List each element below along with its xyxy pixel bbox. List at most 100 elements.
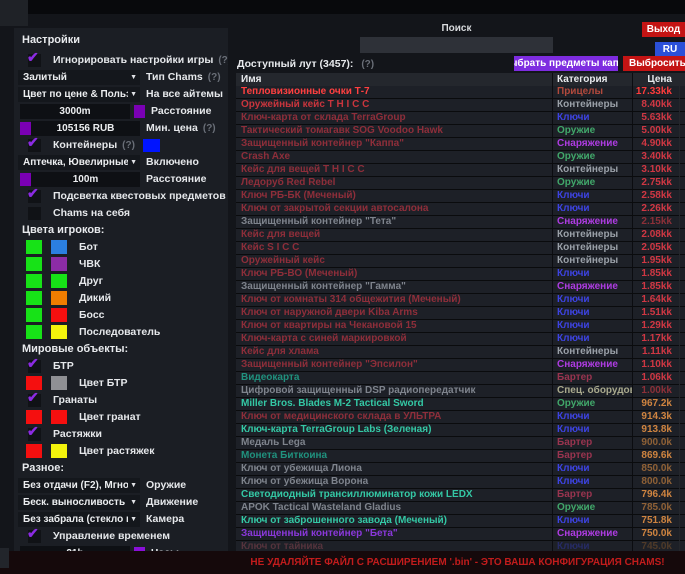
loot-row[interactable]: Ключ от комнаты 314 общежития (Меченый)К… (236, 294, 685, 307)
checkbox-подсветка-квестовых-предметов[interactable]: ✔ (28, 190, 41, 203)
loot-row[interactable]: Монета БиткоинаБартер869.6k (236, 450, 685, 463)
color-swatch-primary[interactable] (26, 274, 42, 288)
loot-row[interactable]: Защищенный контейнер "Бета"Снаряжение750… (236, 528, 685, 541)
value-input-расстояние[interactable]: 100m (31, 172, 140, 187)
loot-row[interactable]: Ключ от медицинского склада в УЛЬТРАКлюч… (236, 411, 685, 424)
color-swatch-primary[interactable] (26, 410, 42, 424)
loot-item-price: 2.05kk (632, 242, 685, 254)
check-icon: ✔ (27, 424, 39, 438)
loot-row[interactable]: Медаль LegaБартер900.0k (236, 437, 685, 450)
checkbox-chams-на-себя[interactable] (28, 207, 41, 220)
settings-row: Беск. выносливость и нет уста▼Движение (18, 494, 224, 510)
color-swatch[interactable] (20, 173, 31, 186)
loot-row[interactable]: Кейс для вещей T H I C CКонтейнеры3.10kk (236, 164, 685, 177)
settings-title: Настройки (22, 34, 224, 46)
color-swatch-secondary[interactable] (51, 444, 67, 458)
settings-row: Бот (18, 239, 224, 255)
checkbox-бтр[interactable]: ✔ (28, 360, 41, 373)
search-input[interactable] (360, 37, 553, 53)
loot-row[interactable]: Ключ от убежища ЛионаКлючи850.0k (236, 463, 685, 476)
loot-row[interactable]: Ключ-карта TerraGroup Labs (Зеленая)Ключ… (236, 424, 685, 437)
loot-row[interactable]: Кейс для вещейКонтейнеры2.08kk (236, 229, 685, 242)
color-swatch-primary[interactable] (26, 240, 42, 254)
loot-row[interactable]: Кейс для хламаКонтейнеры1.11kk (236, 346, 685, 359)
color-swatch-secondary[interactable] (51, 325, 67, 339)
exit-button[interactable]: Выход (642, 22, 685, 37)
loot-item-name: Оружейный кейс (236, 255, 552, 266)
loot-item-category: Контейнеры (552, 242, 632, 254)
color-swatch-secondary[interactable] (51, 308, 67, 322)
color-swatch[interactable] (134, 105, 145, 118)
loot-row[interactable]: Цифровой защищенный DSP радиопередатчикС… (236, 385, 685, 398)
loot-item-name: Защищенный контейнер "Гамма" (236, 281, 552, 292)
loot-item-category: Снаряжение (552, 138, 632, 150)
select-движение[interactable]: Беск. выносливость и нет уста▼ (18, 495, 140, 510)
color-swatch-primary[interactable] (26, 325, 42, 339)
color-swatch-primary[interactable] (26, 376, 42, 390)
select-kappa-items-button[interactable]: Выбрать предметы каппа (514, 56, 618, 71)
value-input-мин-цена[interactable]: 105156 RUB (31, 121, 140, 136)
color-swatch-secondary[interactable] (51, 410, 67, 424)
select-label: Оружие (146, 479, 186, 491)
loot-row[interactable]: Ключ от убежища ВоронаКлючи800.0k (236, 476, 685, 489)
color-swatch-secondary[interactable] (51, 257, 67, 271)
loot-row[interactable]: Ледоруб Red RebelОружие2.75kk (236, 177, 685, 190)
loot-row[interactable]: Miller Bros. Blades M-2 Tactical SwordОр… (236, 398, 685, 411)
color-swatch-secondary[interactable] (51, 376, 67, 390)
loot-row[interactable]: APOK Tactical Wasteland GladiusОружие785… (236, 502, 685, 515)
loot-row[interactable]: Защищенный контейнер "Гамма"Снаряжение1.… (236, 281, 685, 294)
loot-item-price: 2.75kk (632, 177, 685, 189)
checkbox-игнорировать-настройки-игры[interactable]: ✔ (28, 54, 41, 67)
loot-row[interactable]: Светодиодный трансиллюминатор кожи LEDXБ… (236, 489, 685, 502)
loot-item-price: 5.63kk (632, 112, 685, 124)
loot-row[interactable]: Ключ РБ-БК (Меченый)Ключи2.58kk (236, 190, 685, 203)
color-swatch-secondary[interactable] (51, 274, 67, 288)
loot-item-price: 913.8k (632, 424, 685, 436)
loot-item-category: Оружие (552, 502, 632, 514)
loot-row[interactable]: ВидеокартаБартер1.06kk (236, 372, 685, 385)
checkbox-контейнеры[interactable]: ✔ (28, 139, 41, 152)
color-swatch-secondary[interactable] (51, 291, 67, 305)
loot-item-name: Ключ от наружной двери Kiba Arms (236, 307, 552, 318)
language-button[interactable]: RU (655, 42, 685, 57)
loot-row[interactable]: Защищенный контейнер "Каппа"Снаряжение4.… (236, 138, 685, 151)
select-на-все-айтемы[interactable]: Цвет по цене & Пользователь▼ (18, 87, 140, 102)
loot-row[interactable]: Тактический томагавк SOG Voodoo HawkОруж… (236, 125, 685, 138)
color-swatch-primary[interactable] (26, 444, 42, 458)
color-swatch[interactable] (20, 122, 31, 135)
loot-row[interactable]: Ключ-карта от склада TerraGroupКлючи5.63… (236, 112, 685, 125)
color-swatch-secondary[interactable] (51, 240, 67, 254)
loot-row[interactable]: Ключ от заброшенного завода (Меченый)Клю… (236, 515, 685, 528)
loot-row[interactable]: Ключ от закрытой секции автосалонаКлючи2… (236, 203, 685, 216)
color-pair-label: Друг (79, 275, 103, 287)
loot-item-price: 914.3k (632, 411, 685, 423)
color-swatch-primary[interactable] (26, 291, 42, 305)
checkbox-гранаты[interactable]: ✔ (28, 394, 41, 407)
loot-item-name: Кейс S I C C (236, 242, 552, 253)
loot-row[interactable]: Оружейный кейс T H I C CКонтейнеры8.40kk (236, 99, 685, 112)
select-тип-chams[interactable]: Залитый▼ (18, 70, 140, 85)
select-оружие[interactable]: Без отдачи (F2), Мгновенное п▼ (18, 478, 140, 493)
color-swatch[interactable] (143, 139, 160, 152)
loot-item-price: 5.00kk (632, 125, 685, 137)
loot-row[interactable]: Оружейный кейсКонтейнеры1.95kk (236, 255, 685, 268)
loot-row[interactable]: Тепловизионные очки Т-7Прицелы17.33kk (236, 86, 685, 99)
loot-row[interactable]: Ключ от наружной двери Kiba ArmsКлючи1.5… (236, 307, 685, 320)
loot-row[interactable]: Crash AxeОружие3.40kk (236, 151, 685, 164)
select-включено[interactable]: Аптечка, Ювелирные и...▼ (18, 155, 140, 170)
loot-item-category: Спец. оборудование (552, 385, 632, 397)
loot-row[interactable]: Защищенный контейнер "Эпсилон"Снаряжение… (236, 359, 685, 372)
settings-row: Последователь (18, 324, 224, 340)
drop-all-button[interactable]: Выбросить все (623, 56, 685, 71)
loot-row[interactable]: Защищенный контейнер "Тета"Снаряжение2.1… (236, 216, 685, 229)
color-swatch-primary[interactable] (26, 308, 42, 322)
value-input-расстояние[interactable]: 3000m (20, 104, 130, 119)
loot-row[interactable]: Ключ РБ-ВО (Меченый)Ключи1.85kk (236, 268, 685, 281)
checkbox-растяжки[interactable]: ✔ (28, 428, 41, 441)
loot-row[interactable]: Ключ от квартиры на Чекановой 15Ключи1.2… (236, 320, 685, 333)
scrollbar-track[interactable] (679, 85, 680, 551)
loot-row[interactable]: Ключ-карта с синей маркировкойКлючи1.17k… (236, 333, 685, 346)
loot-row[interactable]: Кейс S I C CКонтейнеры2.05kk (236, 242, 685, 255)
color-swatch-primary[interactable] (26, 257, 42, 271)
checkbox-управление-временем[interactable]: ✔ (28, 530, 41, 543)
